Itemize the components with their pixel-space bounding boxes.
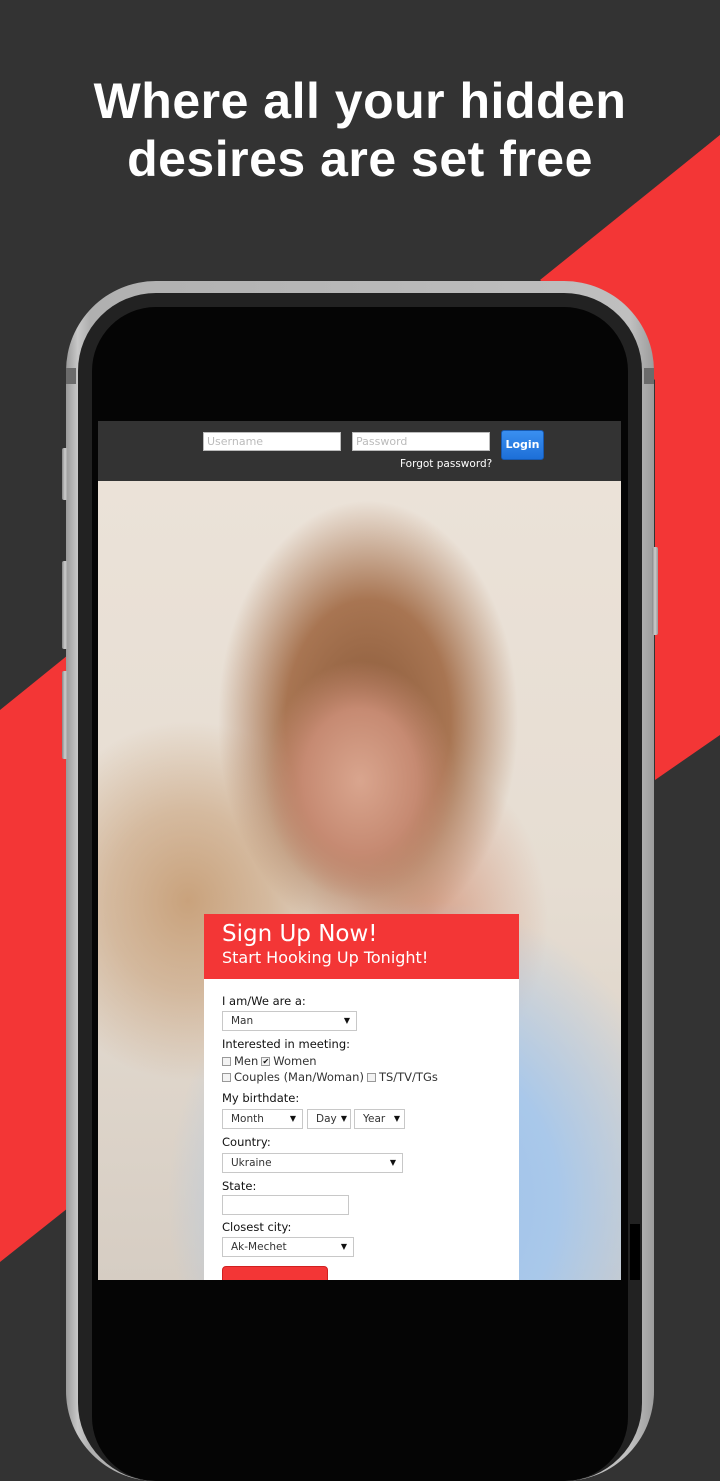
signup-subtitle: Start Hooking Up Tonight!: [222, 948, 429, 967]
interest-row-2: Couples (Man/Woman) TS/TV/TGs: [222, 1070, 438, 1084]
scrollbar-thumb[interactable]: [630, 1224, 640, 1280]
mute-switch: [62, 448, 68, 500]
year-value: Year: [363, 1113, 386, 1125]
red-band-left: [0, 655, 68, 1262]
checkbox-men-label: Men: [234, 1054, 259, 1068]
headline-line-1: Where all your hidden: [93, 73, 627, 129]
checkbox-couples[interactable]: [222, 1072, 231, 1082]
country-select[interactable]: Ukraine ▼: [222, 1153, 403, 1173]
country-value: Ukraine: [231, 1157, 272, 1169]
signup-submit-button[interactable]: [222, 1266, 328, 1280]
promo-headline: Where all your hidden desires are set fr…: [0, 72, 720, 188]
signup-form: Sign Up Now! Start Hooking Up Tonight! I…: [204, 914, 519, 1280]
city-value: Ak-Mechet: [231, 1241, 287, 1253]
interest-row-1: Men ✔ Women: [222, 1054, 317, 1068]
checkbox-men[interactable]: [222, 1056, 231, 1066]
year-select[interactable]: Year ▼: [354, 1109, 405, 1129]
power-button: [652, 547, 658, 635]
checkbox-ts-tv-tgs-label: TS/TV/TGs: [378, 1070, 438, 1084]
day-value: Day: [316, 1113, 337, 1125]
volume-up-button: [62, 561, 68, 649]
antenna-band-left: [66, 368, 76, 384]
username-input[interactable]: Username: [203, 432, 341, 451]
dropdown-arrow-icon: ▼: [340, 1242, 347, 1251]
login-bar: Username Password Login Forgot password?: [98, 421, 621, 481]
signup-title: Sign Up Now!: [222, 921, 378, 947]
i-am-value: Man: [231, 1015, 254, 1027]
login-button[interactable]: Login: [501, 430, 544, 460]
checkbox-women-label: Women: [273, 1054, 317, 1068]
antenna-band-right: [644, 368, 654, 384]
checkbox-couples-label: Couples (Man/Woman): [234, 1070, 364, 1084]
dropdown-arrow-icon: ▼: [389, 1158, 396, 1167]
forgot-password-link[interactable]: Forgot password?: [400, 458, 492, 470]
dropdown-arrow-icon: ▼: [340, 1114, 347, 1123]
checkbox-women[interactable]: ✔: [261, 1056, 271, 1066]
state-input[interactable]: [222, 1195, 349, 1215]
headline-line-2: desires are set free: [127, 131, 593, 187]
signup-header: Sign Up Now! Start Hooking Up Tonight!: [204, 914, 519, 979]
country-label: Country:: [222, 1135, 271, 1149]
i-am-select[interactable]: Man ▼: [222, 1011, 357, 1031]
phone-screen: Username Password Login Forgot password?…: [98, 421, 621, 1280]
dropdown-arrow-icon: ▼: [393, 1114, 400, 1123]
state-label: State:: [222, 1179, 257, 1193]
month-select[interactable]: Month ▼: [222, 1109, 303, 1129]
interested-label: Interested in meeting:: [222, 1037, 351, 1051]
day-select[interactable]: Day ▼: [307, 1109, 351, 1129]
i-am-label: I am/We are a:: [222, 994, 306, 1008]
checkbox-ts-tv-tgs[interactable]: [366, 1072, 376, 1082]
birthdate-label: My birthdate:: [222, 1091, 300, 1105]
password-input[interactable]: Password: [352, 432, 490, 451]
dropdown-arrow-icon: ▼: [343, 1016, 350, 1025]
dropdown-arrow-icon: ▼: [289, 1114, 296, 1123]
volume-down-button: [62, 671, 68, 759]
city-select[interactable]: Ak-Mechet ▼: [222, 1237, 354, 1257]
city-label: Closest city:: [222, 1220, 292, 1234]
month-value: Month: [231, 1113, 264, 1125]
